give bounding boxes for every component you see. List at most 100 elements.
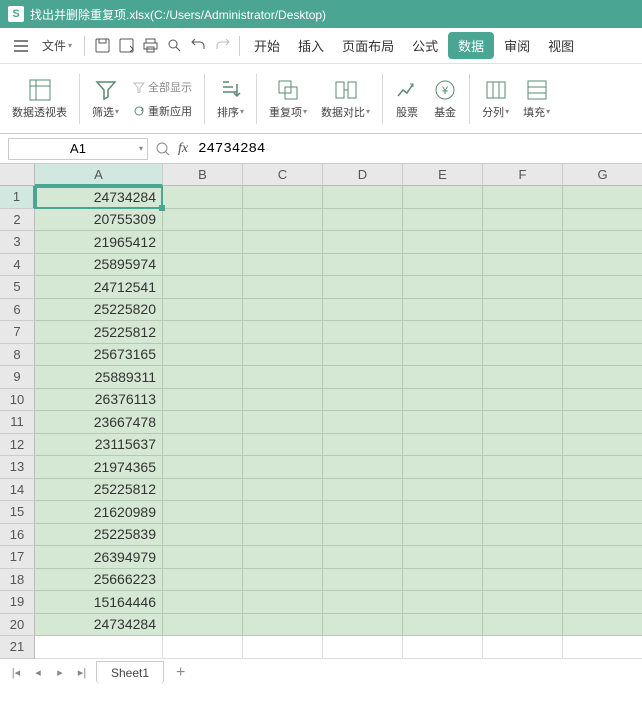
cell[interactable] bbox=[483, 411, 563, 434]
cell[interactable] bbox=[563, 524, 642, 547]
fill-handle[interactable] bbox=[159, 205, 165, 211]
row-header[interactable]: 16 bbox=[0, 524, 35, 547]
cell[interactable] bbox=[163, 186, 243, 209]
cell[interactable] bbox=[403, 456, 483, 479]
cell[interactable] bbox=[563, 254, 642, 277]
tab-first-icon[interactable]: |◂ bbox=[8, 665, 24, 681]
col-header[interactable]: F bbox=[483, 164, 563, 186]
tab-insert[interactable]: 插入 bbox=[290, 32, 332, 59]
cell[interactable]: 23667478 bbox=[35, 411, 163, 434]
cell[interactable] bbox=[163, 524, 243, 547]
tab-view[interactable]: 视图 bbox=[540, 32, 582, 59]
cell[interactable] bbox=[563, 389, 642, 412]
cell[interactable] bbox=[163, 569, 243, 592]
redo-icon[interactable] bbox=[211, 35, 233, 57]
cell[interactable] bbox=[403, 501, 483, 524]
cell[interactable] bbox=[323, 614, 403, 637]
row-header[interactable]: 10 bbox=[0, 389, 35, 412]
cell[interactable] bbox=[243, 231, 323, 254]
fund-button[interactable]: ¥ 基金 bbox=[429, 78, 461, 120]
tab-layout[interactable]: 页面布局 bbox=[334, 32, 402, 59]
cell[interactable] bbox=[483, 456, 563, 479]
cell[interactable] bbox=[323, 209, 403, 232]
tab-formula[interactable]: 公式 bbox=[404, 32, 446, 59]
cell[interactable] bbox=[243, 366, 323, 389]
cell[interactable]: 20755309 bbox=[35, 209, 163, 232]
print-preview-icon[interactable] bbox=[163, 35, 185, 57]
cell[interactable]: 25889311 bbox=[35, 366, 163, 389]
row-header[interactable]: 18 bbox=[0, 569, 35, 592]
cell[interactable] bbox=[35, 636, 163, 659]
cell[interactable]: 25225820 bbox=[35, 299, 163, 322]
cell[interactable] bbox=[483, 569, 563, 592]
cell[interactable] bbox=[403, 434, 483, 457]
cell[interactable]: 24734284 bbox=[35, 186, 163, 209]
cell[interactable] bbox=[563, 321, 642, 344]
cell[interactable] bbox=[243, 479, 323, 502]
cell[interactable] bbox=[323, 434, 403, 457]
cell[interactable] bbox=[163, 636, 243, 659]
col-header[interactable]: A bbox=[35, 164, 163, 186]
row-header[interactable]: 20 bbox=[0, 614, 35, 637]
col-header[interactable]: D bbox=[323, 164, 403, 186]
split-button[interactable]: 分列▾ bbox=[478, 78, 513, 120]
cell[interactable] bbox=[323, 299, 403, 322]
reapply-button[interactable]: 重新应用 bbox=[129, 101, 196, 121]
sort-button[interactable]: 排序▾ bbox=[213, 78, 248, 120]
cell[interactable] bbox=[163, 209, 243, 232]
cell[interactable] bbox=[323, 479, 403, 502]
cell[interactable] bbox=[163, 591, 243, 614]
tab-data[interactable]: 数据 bbox=[448, 32, 494, 59]
cell[interactable] bbox=[403, 411, 483, 434]
cell[interactable]: 25225839 bbox=[35, 524, 163, 547]
row-header[interactable]: 2 bbox=[0, 209, 35, 232]
fx-label[interactable]: fx bbox=[178, 141, 188, 157]
cell[interactable] bbox=[323, 254, 403, 277]
cell[interactable] bbox=[563, 501, 642, 524]
cell[interactable]: 15164446 bbox=[35, 591, 163, 614]
cell[interactable] bbox=[323, 501, 403, 524]
cell[interactable] bbox=[403, 591, 483, 614]
cell[interactable] bbox=[163, 479, 243, 502]
stock-button[interactable]: 股票 bbox=[391, 78, 423, 120]
cell[interactable]: 25225812 bbox=[35, 321, 163, 344]
cell[interactable] bbox=[563, 456, 642, 479]
cell[interactable] bbox=[243, 389, 323, 412]
cell[interactable] bbox=[163, 546, 243, 569]
show-all-button[interactable]: 全部显示 bbox=[129, 77, 196, 97]
cell[interactable] bbox=[403, 546, 483, 569]
cell[interactable] bbox=[563, 186, 642, 209]
cell[interactable] bbox=[403, 524, 483, 547]
cell[interactable] bbox=[163, 501, 243, 524]
cell[interactable] bbox=[483, 434, 563, 457]
cell[interactable] bbox=[403, 186, 483, 209]
pivot-button[interactable]: 数据透视表 bbox=[8, 78, 71, 120]
hamburger-icon[interactable] bbox=[8, 36, 34, 56]
cell[interactable] bbox=[163, 231, 243, 254]
cell[interactable] bbox=[563, 591, 642, 614]
row-header[interactable]: 6 bbox=[0, 299, 35, 322]
cell[interactable] bbox=[563, 231, 642, 254]
cell[interactable] bbox=[323, 186, 403, 209]
row-header[interactable]: 1 bbox=[0, 186, 35, 209]
row-header[interactable]: 11 bbox=[0, 411, 35, 434]
sheet-tab[interactable]: Sheet1 bbox=[96, 661, 164, 684]
save-as-icon[interactable] bbox=[115, 35, 137, 57]
cell[interactable] bbox=[483, 636, 563, 659]
row-header[interactable]: 4 bbox=[0, 254, 35, 277]
cell[interactable] bbox=[483, 614, 563, 637]
cell[interactable] bbox=[243, 524, 323, 547]
cell[interactable] bbox=[403, 636, 483, 659]
cell[interactable] bbox=[563, 209, 642, 232]
print-icon[interactable] bbox=[139, 35, 161, 57]
cell[interactable] bbox=[323, 231, 403, 254]
cell[interactable] bbox=[483, 389, 563, 412]
cell[interactable] bbox=[163, 614, 243, 637]
cell[interactable] bbox=[483, 591, 563, 614]
cell[interactable]: 25666223 bbox=[35, 569, 163, 592]
cell[interactable]: 25895974 bbox=[35, 254, 163, 277]
cell[interactable] bbox=[323, 366, 403, 389]
cell[interactable] bbox=[483, 299, 563, 322]
cancel-icon[interactable] bbox=[156, 142, 170, 156]
cell[interactable] bbox=[163, 254, 243, 277]
